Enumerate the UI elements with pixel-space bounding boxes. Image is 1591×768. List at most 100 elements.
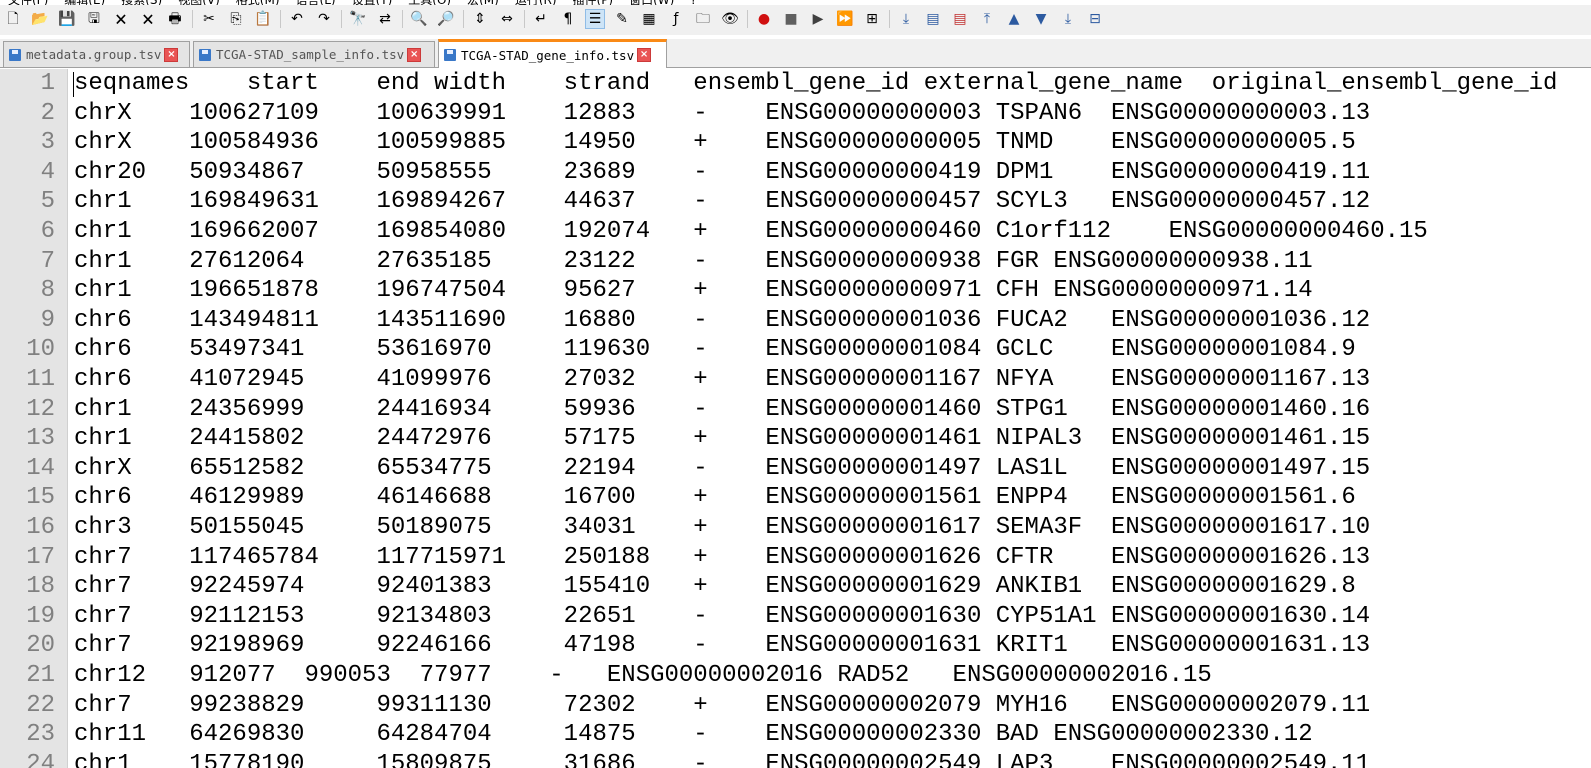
- plugin-download-icon[interactable]: ⤓: [896, 9, 916, 29]
- save-all-icon[interactable]: 🖫: [84, 9, 104, 29]
- line-text[interactable]: chr7 92245974 92401383 155410 + ENSG0000…: [74, 572, 1356, 602]
- editor-line[interactable]: 9 chr6 143494811 143511690 16880 - ENSG00…: [0, 306, 1591, 336]
- word-wrap-icon[interactable]: ↵: [531, 9, 551, 29]
- move-top-icon[interactable]: ⤒: [977, 9, 997, 29]
- line-text[interactable]: chrX 65512582 65534775 22194 - ENSG00000…: [74, 454, 1370, 484]
- line-text[interactable]: chr7 99238829 99311130 72302 + ENSG00000…: [74, 691, 1370, 721]
- line-text[interactable]: chr1 27612064 27635185 23122 - ENSG00000…: [74, 247, 1313, 277]
- save-icon[interactable]: 💾: [57, 9, 77, 29]
- tab-tcga-stad-sample-info[interactable]: TCGA-STAD_sample_info.tsv ×: [193, 41, 435, 67]
- plugin-grid-icon[interactable]: ⊟: [1085, 9, 1105, 29]
- redo-icon[interactable]: ↷: [314, 9, 334, 29]
- line-text[interactable]: chr7 92198969 92246166 47198 - ENSG00000…: [74, 631, 1370, 661]
- new-file-icon[interactable]: 🗋: [3, 9, 23, 29]
- find-icon[interactable]: 🔭: [348, 9, 368, 29]
- record-macro-icon[interactable]: ●: [754, 9, 774, 29]
- editor-line[interactable]: 16 chr3 50155045 50189075 34031 + ENSG000…: [0, 513, 1591, 543]
- editor-line[interactable]: 14 chrX 65512582 65534775 22194 - ENSG000…: [0, 454, 1591, 484]
- line-text[interactable]: chr6 41072945 41099976 27032 + ENSG00000…: [74, 365, 1370, 395]
- close-all-icon[interactable]: 🗙: [138, 9, 158, 29]
- undo-icon[interactable]: ↶: [287, 9, 307, 29]
- line-text[interactable]: chr12 912077 990053 77977 - ENSG00000002…: [74, 661, 1212, 691]
- tab-close-icon[interactable]: ×: [637, 48, 652, 62]
- editor-line[interactable]: 20 chr7 92198969 92246166 47198 - ENSG000…: [0, 631, 1591, 661]
- indent-guide-icon[interactable]: ☰: [585, 9, 605, 29]
- zoom-in-icon[interactable]: 🔍: [409, 9, 429, 29]
- editor-line[interactable]: 23 chr11 64269830 64284704 14875 - ENSG00…: [0, 720, 1591, 750]
- line-text[interactable]: chr1 15778190 15809875 31686 - ENSG00000…: [74, 750, 1370, 768]
- editor-line[interactable]: 5 chr1 169849631 169894267 44637 - ENSG00…: [0, 187, 1591, 217]
- line-text[interactable]: chr3 50155045 50189075 34031 + ENSG00000…: [74, 513, 1370, 543]
- text-caret: [73, 72, 74, 97]
- zoom-out-icon[interactable]: 🔎: [436, 9, 456, 29]
- editor-line[interactable]: 11 chr6 41072945 41099976 27032 + ENSG000…: [0, 365, 1591, 395]
- editor-line[interactable]: 7 chr1 27612064 27635185 23122 - ENSG0000…: [0, 247, 1591, 277]
- monitoring-icon[interactable]: 👁: [720, 9, 740, 29]
- editor-line[interactable]: 12 chr1 24356999 24416934 59936 - ENSG000…: [0, 395, 1591, 425]
- editor-line[interactable]: 4 chr20 50934867 50958555 23689 - ENSG000…: [0, 158, 1591, 188]
- line-number: 16: [26, 514, 55, 541]
- line-text[interactable]: chr1 24415802 24472976 57175 + ENSG00000…: [74, 424, 1370, 454]
- move-down-icon[interactable]: ▼: [1031, 9, 1051, 29]
- tab-metadata-group[interactable]: metadata.group.tsv ×: [3, 41, 190, 67]
- line-text[interactable]: chrX 100584936 100599885 14950 + ENSG000…: [74, 128, 1356, 158]
- play-macro-icon[interactable]: ▶: [808, 9, 828, 29]
- editor-line[interactable]: 8 chr1 196651878 196747504 95627 + ENSG00…: [0, 276, 1591, 306]
- line-text[interactable]: chr6 143494811 143511690 16880 - ENSG000…: [74, 306, 1370, 336]
- line-text[interactable]: chr11 64269830 64284704 14875 - ENSG0000…: [74, 720, 1313, 750]
- move-bottom-icon[interactable]: ⤓: [1058, 9, 1078, 29]
- document-map-icon[interactable]: ▦: [639, 9, 659, 29]
- editor-line[interactable]: 13 chr1 24415802 24472976 57175 + ENSG000…: [0, 424, 1591, 454]
- tab-tcga-stad-gene-info[interactable]: TCGA-STAD_gene_info.tsv ×: [438, 39, 667, 68]
- editor-line[interactable]: 19 chr7 92112153 92134803 22651 - ENSG000…: [0, 602, 1591, 632]
- editor-area[interactable]: 1 seqnames start end width strand ensembl…: [0, 69, 1591, 768]
- line-text[interactable]: chr1 196651878 196747504 95627 + ENSG000…: [74, 276, 1313, 306]
- tab-close-icon[interactable]: ×: [164, 47, 179, 62]
- print-icon[interactable]: 🖶: [165, 9, 185, 29]
- paste-icon[interactable]: 📋: [253, 9, 273, 29]
- replace-icon[interactable]: ⇄: [375, 9, 395, 29]
- editor-line[interactable]: 10 chr6 53497341 53616970 119630 - ENSG00…: [0, 335, 1591, 365]
- line-text[interactable]: chr1 169849631 169894267 44637 - ENSG000…: [74, 187, 1370, 217]
- line-text[interactable]: chr6 53497341 53616970 119630 - ENSG0000…: [74, 335, 1356, 365]
- show-all-chars-icon[interactable]: ¶: [558, 9, 578, 29]
- line-text[interactable]: chr1 169662007 169854080 192074 + ENSG00…: [74, 217, 1428, 247]
- editor-line[interactable]: 15 chr6 46129989 46146688 16700 + ENSG000…: [0, 483, 1591, 513]
- copy-icon[interactable]: ⎘: [226, 9, 246, 29]
- editor-line[interactable]: 18 chr7 92245974 92401383 155410 + ENSG00…: [0, 572, 1591, 602]
- editor-line[interactable]: 2 chrX 100627109 100639991 12883 - ENSG00…: [0, 99, 1591, 129]
- editor-line[interactable]: 6 chr1 169662007 169854080 192074 + ENSG0…: [0, 217, 1591, 247]
- line-text[interactable]: chr6 46129989 46146688 16700 + ENSG00000…: [74, 483, 1356, 513]
- run-macro-multiple-icon[interactable]: ⏩: [835, 9, 855, 29]
- line-text[interactable]: seqnames start end width strand ensembl_…: [74, 69, 1557, 99]
- function-list-icon[interactable]: ƒ: [666, 9, 686, 29]
- sync-horizontal-icon[interactable]: ⇔: [497, 9, 517, 29]
- plugin-table-red-icon[interactable]: ▤: [950, 9, 970, 29]
- editor-line[interactable]: 22 chr7 99238829 99311130 72302 + ENSG000…: [0, 691, 1591, 721]
- tab-close-icon[interactable]: ×: [407, 47, 422, 62]
- editor-line[interactable]: 1 seqnames start end width strand ensembl…: [0, 69, 1591, 99]
- close-icon[interactable]: 🗙: [111, 9, 131, 29]
- save-macro-icon[interactable]: ⊞: [862, 9, 882, 29]
- line-text[interactable]: chr1 24356999 24416934 59936 - ENSG00000…: [74, 395, 1370, 425]
- cut-icon[interactable]: ✂: [199, 9, 219, 29]
- editor-line[interactable]: 17 chr7 117465784 117715971 250188 + ENSG…: [0, 543, 1591, 573]
- editor-line[interactable]: 21 chr12 912077 990053 77977 - ENSG000000…: [0, 661, 1591, 691]
- move-up-icon[interactable]: ▲: [1004, 9, 1024, 29]
- stop-macro-icon[interactable]: ■: [781, 9, 801, 29]
- line-text[interactable]: chr7 92112153 92134803 22651 - ENSG00000…: [74, 602, 1370, 632]
- line-text[interactable]: chr7 117465784 117715971 250188 + ENSG00…: [74, 543, 1370, 573]
- line-text[interactable]: chr20 50934867 50958555 23689 - ENSG0000…: [74, 158, 1370, 188]
- line-number: 14: [26, 454, 55, 482]
- editor-line[interactable]: 24 chr1 15778190 15809875 31686 - ENSG000…: [0, 750, 1591, 768]
- open-file-icon[interactable]: 📂: [30, 9, 50, 29]
- plugin-table-icon[interactable]: ▤: [923, 9, 943, 29]
- line-text[interactable]: chrX 100627109 100639991 12883 - ENSG000…: [74, 99, 1370, 129]
- sync-vertical-icon[interactable]: ⇕: [470, 9, 490, 29]
- saved-file-icon: [444, 49, 456, 61]
- user-language-icon[interactable]: ✎: [612, 9, 632, 29]
- editor-line[interactable]: 3 chrX 100584936 100599885 14950 + ENSG00…: [0, 128, 1591, 158]
- tab-label: metadata.group.tsv: [26, 47, 162, 62]
- folder-workspace-icon[interactable]: 🗀: [693, 9, 713, 29]
- tab-bar: metadata.group.tsv × TCGA-STAD_sample_in…: [0, 39, 1591, 68]
